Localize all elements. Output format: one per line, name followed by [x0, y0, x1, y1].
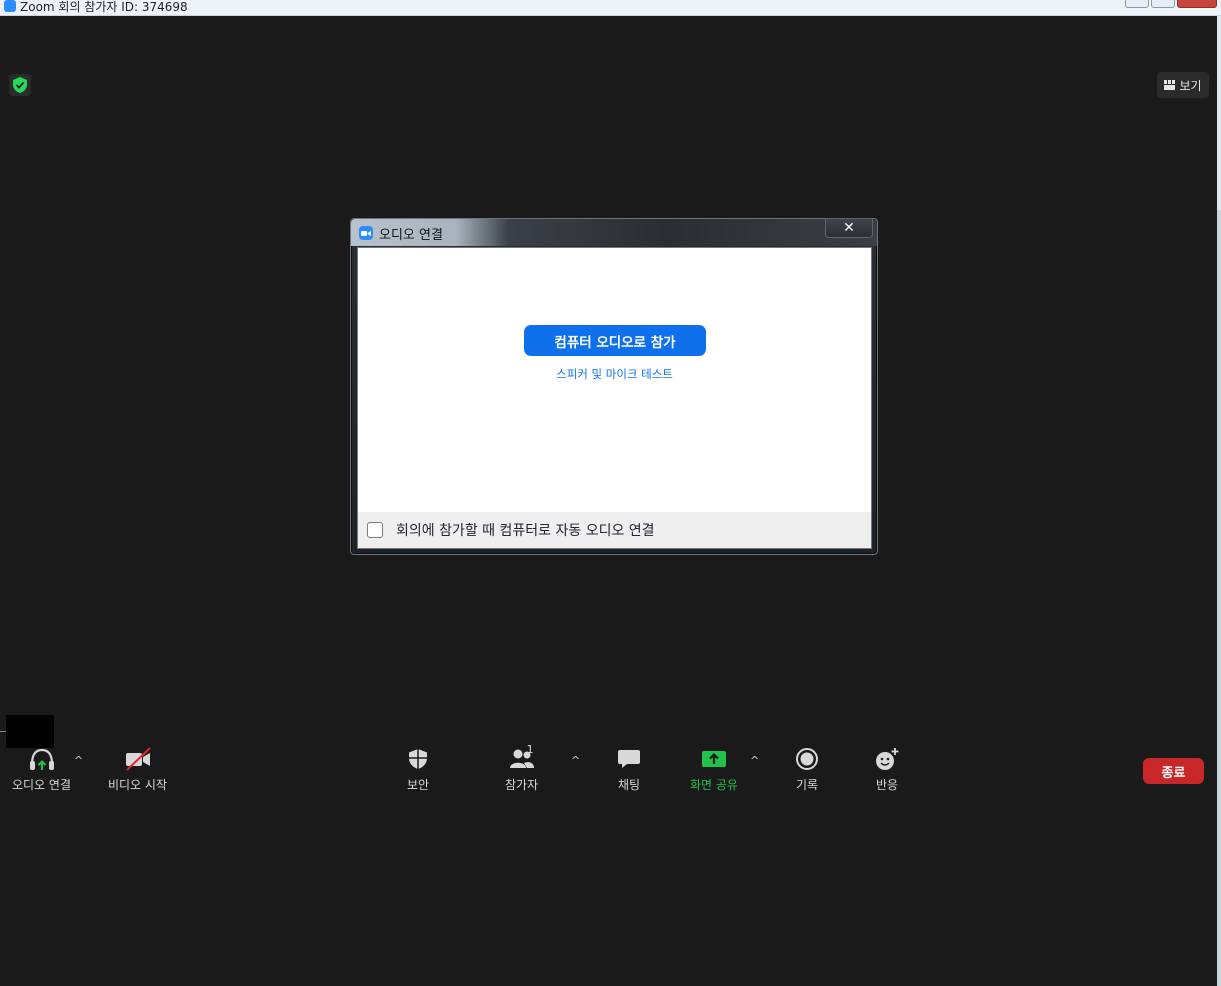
scrollbar[interactable] — [1217, 210, 1221, 986]
window-close-button[interactable] — [1177, 0, 1217, 8]
participants-count: 1 — [526, 743, 534, 756]
auto-join-audio-label[interactable]: 회의에 참가할 때 컴퓨터로 자동 오디오 연결 — [396, 520, 655, 540]
participants-options-caret-icon[interactable]: ^ — [571, 754, 580, 767]
meeting-toolbar: 오디오 연결 ^ 비디오 시작 보안 1 참가자 ^ 채팅 화면 공유 ^ 기록… — [0, 743, 1221, 793]
reactions-label: 반응 — [875, 778, 899, 792]
auto-join-audio-checkbox[interactable] — [367, 522, 383, 538]
record-label: 기록 — [795, 778, 819, 792]
participants-icon: 1 — [507, 743, 537, 774]
start-video-label: 비디오 시작 — [108, 778, 168, 792]
share-screen-button[interactable]: 화면 공유 — [690, 744, 738, 793]
participants-label: 참가자 — [505, 778, 539, 792]
window-controls — [1125, 0, 1217, 8]
maximize-button[interactable] — [1151, 0, 1175, 8]
minimize-button[interactable] — [1125, 0, 1149, 8]
audio-options-caret-icon[interactable]: ^ — [74, 754, 83, 767]
thumbnail-collapse-handle[interactable] — [0, 731, 6, 732]
dialog-close-button[interactable]: ✕ — [825, 218, 873, 238]
test-speaker-mic-link[interactable]: 스피커 및 마이크 테스트 — [358, 366, 871, 382]
dialog-body: 컴퓨터 오디오로 참가 스피커 및 마이크 테스트 회의에 참가할 때 컴퓨터로… — [357, 247, 872, 549]
security-button[interactable]: 보안 — [403, 744, 433, 793]
shield-check-icon[interactable] — [9, 74, 31, 96]
reactions-button[interactable]: 반응 — [872, 744, 902, 793]
security-label: 보안 — [406, 778, 430, 792]
chat-bubble-icon — [614, 744, 644, 774]
end-meeting-button[interactable]: 종료 — [1143, 758, 1204, 784]
chat-button[interactable]: 채팅 — [614, 744, 644, 793]
share-screen-label: 화면 공유 — [690, 778, 738, 792]
record-icon — [792, 744, 822, 774]
chat-label: 채팅 — [617, 778, 641, 792]
dialog-title: 오디오 연결 — [379, 228, 443, 243]
headphones-icon — [27, 744, 57, 774]
participants-button[interactable]: 1 참가자 — [505, 743, 539, 793]
grid-icon — [1164, 80, 1176, 90]
join-audio-label: 오디오 연결 — [12, 778, 72, 792]
share-screen-icon — [699, 744, 729, 774]
video-off-icon — [123, 744, 153, 774]
record-button[interactable]: 기록 — [792, 744, 822, 793]
test-speaker-mic-label[interactable]: 스피커 및 마이크 테스트 — [556, 367, 673, 381]
dialog-titlebar: 오디오 연결 ✕ — [351, 218, 877, 246]
view-button-label: 보기 — [1179, 78, 1202, 93]
audio-connect-dialog: 오디오 연결 ✕ 컴퓨터 오디오로 참가 스피커 및 마이크 테스트 회의에 참… — [350, 218, 878, 555]
zoom-icon — [4, 0, 16, 12]
shield-icon — [403, 744, 433, 774]
window-titlebar: Zoom 회의 참가자 ID: 374698 — [0, 0, 1221, 16]
view-button[interactable]: 보기 — [1157, 72, 1209, 98]
start-video-button[interactable]: 비디오 시작 — [108, 744, 167, 793]
zoom-camera-icon — [359, 226, 373, 240]
smiley-plus-icon — [872, 744, 902, 774]
share-options-caret-icon[interactable]: ^ — [750, 754, 759, 767]
join-computer-audio-button[interactable]: 컴퓨터 오디오로 참가 — [524, 325, 706, 356]
dialog-footer: 회의에 참가할 때 컴퓨터로 자동 오디오 연결 — [358, 512, 871, 548]
window-title: Zoom 회의 참가자 ID: 374698 — [20, 0, 188, 14]
join-audio-button[interactable]: 오디오 연결 — [12, 744, 71, 793]
